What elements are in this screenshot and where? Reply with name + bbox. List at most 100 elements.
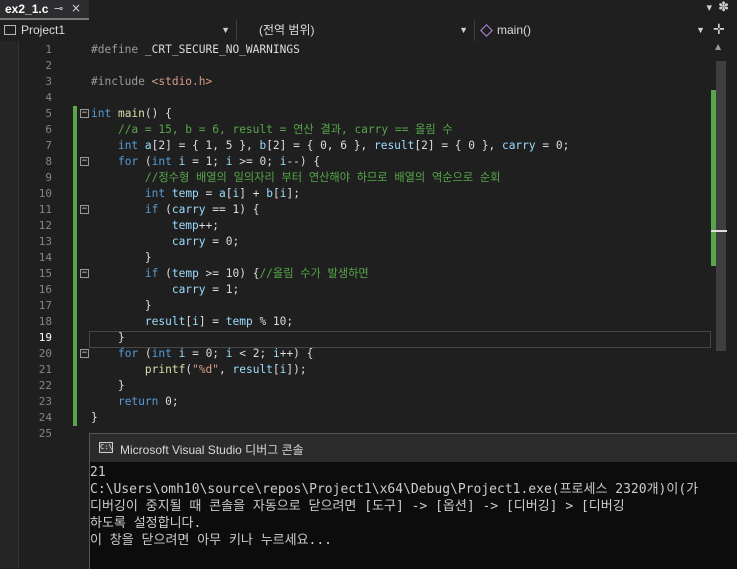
change-indicator — [73, 170, 77, 186]
line-number: 9 — [45, 171, 52, 184]
code-text: result[i] = temp % 10; — [144, 315, 294, 328]
navigation-bar: Project1 ▼ (전역 범위) ▼ main() ▼ ✛ — [0, 20, 737, 42]
code-text: #define _CRT_SECURE_NO_WARNINGS — [91, 43, 300, 56]
code-text: //정수형 배열의 일의자리 부터 연산해야 하므로 배열의 역순으로 순회 — [144, 171, 501, 184]
line-number: 6 — [45, 123, 52, 136]
debug-console-window[interactable]: C:\ Microsoft Visual Studio 디버그 콘솔 21 C:\… — [89, 433, 737, 569]
line-number: 13 — [38, 235, 52, 248]
code-line[interactable]: 23 return 0; — [0, 394, 712, 410]
change-indicator — [73, 394, 77, 410]
change-indicator — [73, 410, 77, 426]
scope-label: (전역 범위) — [259, 23, 315, 37]
code-line[interactable]: 1 #define _CRT_SECURE_NO_WARNINGS — [0, 42, 712, 58]
project-label: Project1 — [21, 23, 66, 37]
line-number: 14 — [38, 251, 52, 264]
collapse-icon[interactable]: − — [80, 205, 89, 214]
code-line[interactable]: 19 } — [0, 330, 712, 346]
code-line[interactable]: 15 − if (temp >= 10) {//올림 수가 발생하면 — [0, 266, 712, 282]
change-indicator — [73, 250, 77, 266]
code-line[interactable]: 3 #include <stdio.h> — [0, 74, 712, 90]
project-dropdown[interactable]: Project1 ▼ — [0, 20, 237, 41]
code-line[interactable]: 5 − int main() { — [0, 106, 712, 122]
collapse-icon[interactable]: − — [80, 349, 89, 358]
change-indicator — [73, 234, 77, 250]
chevron-down-icon: ▼ — [459, 25, 468, 35]
console-line: C:\Users\omh10\source\repos\Project1\x64… — [90, 482, 699, 497]
collapse-icon[interactable]: − — [80, 157, 89, 166]
code-text: } — [91, 299, 152, 312]
code-line[interactable]: 2 — [0, 58, 712, 74]
code-line[interactable]: 12 temp++; — [0, 218, 712, 234]
pin-icon[interactable]: ⊸ — [54, 2, 63, 15]
code-line[interactable]: 10 int temp = a[i] + b[i]; — [0, 186, 712, 202]
change-indicator — [73, 122, 77, 138]
code-line[interactable]: 7 int a[2] = { 1, 5 }, b[2] = { 0, 6 }, … — [0, 138, 712, 154]
code-text: } — [91, 331, 125, 344]
code-line[interactable]: 14 } — [0, 250, 712, 266]
code-text: int temp = a[i] + b[i]; — [144, 187, 300, 200]
document-tab-bar: ex2_1.c ⊸ × ▾ ✽ — [0, 0, 737, 20]
scope-dropdown[interactable]: (전역 범위) ▼ — [238, 20, 475, 41]
change-indicator — [73, 154, 77, 170]
console-output: 21 C:\Users\omh10\source\repos\Project1\x… — [90, 464, 698, 549]
project-icon — [4, 25, 16, 35]
line-number: 11 — [38, 203, 52, 216]
collapse-icon[interactable]: − — [80, 109, 89, 118]
change-indicator — [73, 362, 77, 378]
line-number: 19 — [38, 331, 52, 344]
chevron-down-icon: ▼ — [221, 25, 230, 35]
line-number: 12 — [38, 219, 52, 232]
change-indicator — [73, 266, 77, 282]
code-text: temp++; — [171, 219, 219, 232]
line-number: 7 — [45, 139, 52, 152]
change-indicator — [73, 346, 77, 362]
code-line[interactable]: 11 − if (carry == 1) { — [0, 202, 712, 218]
line-number: 1 — [45, 43, 52, 56]
code-line[interactable]: 18 result[i] = temp % 10; — [0, 314, 712, 330]
console-line: 하도록 설정합니다. — [90, 516, 202, 531]
line-number: 5 — [45, 107, 52, 120]
scrollbar-thumb[interactable] — [716, 61, 726, 351]
gear-icon[interactable]: ✽ — [718, 0, 729, 15]
code-line[interactable]: 16 carry = 1; — [0, 282, 712, 298]
line-number: 24 — [38, 411, 52, 424]
change-indicator — [73, 330, 77, 346]
tab-list-dropdown-icon[interactable]: ▾ — [706, 1, 712, 14]
code-text: int a[2] = { 1, 5 }, b[2] = { 0, 6 }, re… — [117, 139, 570, 152]
line-number: 20 — [38, 347, 52, 360]
close-icon[interactable]: × — [71, 1, 81, 15]
code-line[interactable]: 6 //a = 15, b = 6, result = 연산 결과, carry… — [0, 122, 712, 138]
collapse-icon[interactable]: − — [80, 269, 89, 278]
code-text: return 0; — [117, 395, 179, 408]
console-line: 21 — [90, 465, 106, 480]
change-indicator — [73, 282, 77, 298]
line-number: 18 — [38, 315, 52, 328]
code-text: carry = 0; — [171, 235, 240, 248]
code-text: if (temp >= 10) {//올림 수가 발생하면 — [144, 267, 369, 280]
console-title: Microsoft Visual Studio 디버그 콘솔 — [120, 443, 304, 457]
scrollbar-change-marker — [711, 90, 716, 266]
member-label: main() — [497, 23, 532, 37]
code-line[interactable]: 4 — [0, 90, 712, 106]
code-line[interactable]: 13 carry = 0; — [0, 234, 712, 250]
change-indicator — [73, 186, 77, 202]
document-tab[interactable]: ex2_1.c ⊸ × — [0, 0, 89, 20]
console-title-bar[interactable]: C:\ Microsoft Visual Studio 디버그 콘솔 — [90, 434, 737, 462]
member-dropdown[interactable]: main() ▼ — [476, 20, 711, 41]
console-app-icon: C:\ — [99, 442, 113, 453]
scroll-up-arrow-icon[interactable]: ▲ — [715, 42, 721, 51]
change-indicator — [73, 314, 77, 330]
line-number: 10 — [38, 187, 52, 200]
code-line[interactable]: 24} — [0, 410, 712, 426]
split-editor-icon[interactable]: ✛ — [713, 20, 725, 41]
code-line[interactable]: 21 printf("%d", result[i]); — [0, 362, 712, 378]
code-line[interactable]: 22 } — [0, 378, 712, 394]
change-indicator — [73, 378, 77, 394]
code-text: } — [91, 251, 152, 264]
code-text: for (int i = 0; i < 2; i++) { — [117, 347, 314, 360]
code-line[interactable]: 8 − for (int i = 1; i >= 0; i--) { — [0, 154, 712, 170]
code-line[interactable]: 20 − for (int i = 0; i < 2; i++) { — [0, 346, 712, 362]
code-line[interactable]: 9 //정수형 배열의 일의자리 부터 연산해야 하므로 배열의 역순으로 순회 — [0, 170, 712, 186]
change-indicator — [73, 218, 77, 234]
code-line[interactable]: 17 } — [0, 298, 712, 314]
